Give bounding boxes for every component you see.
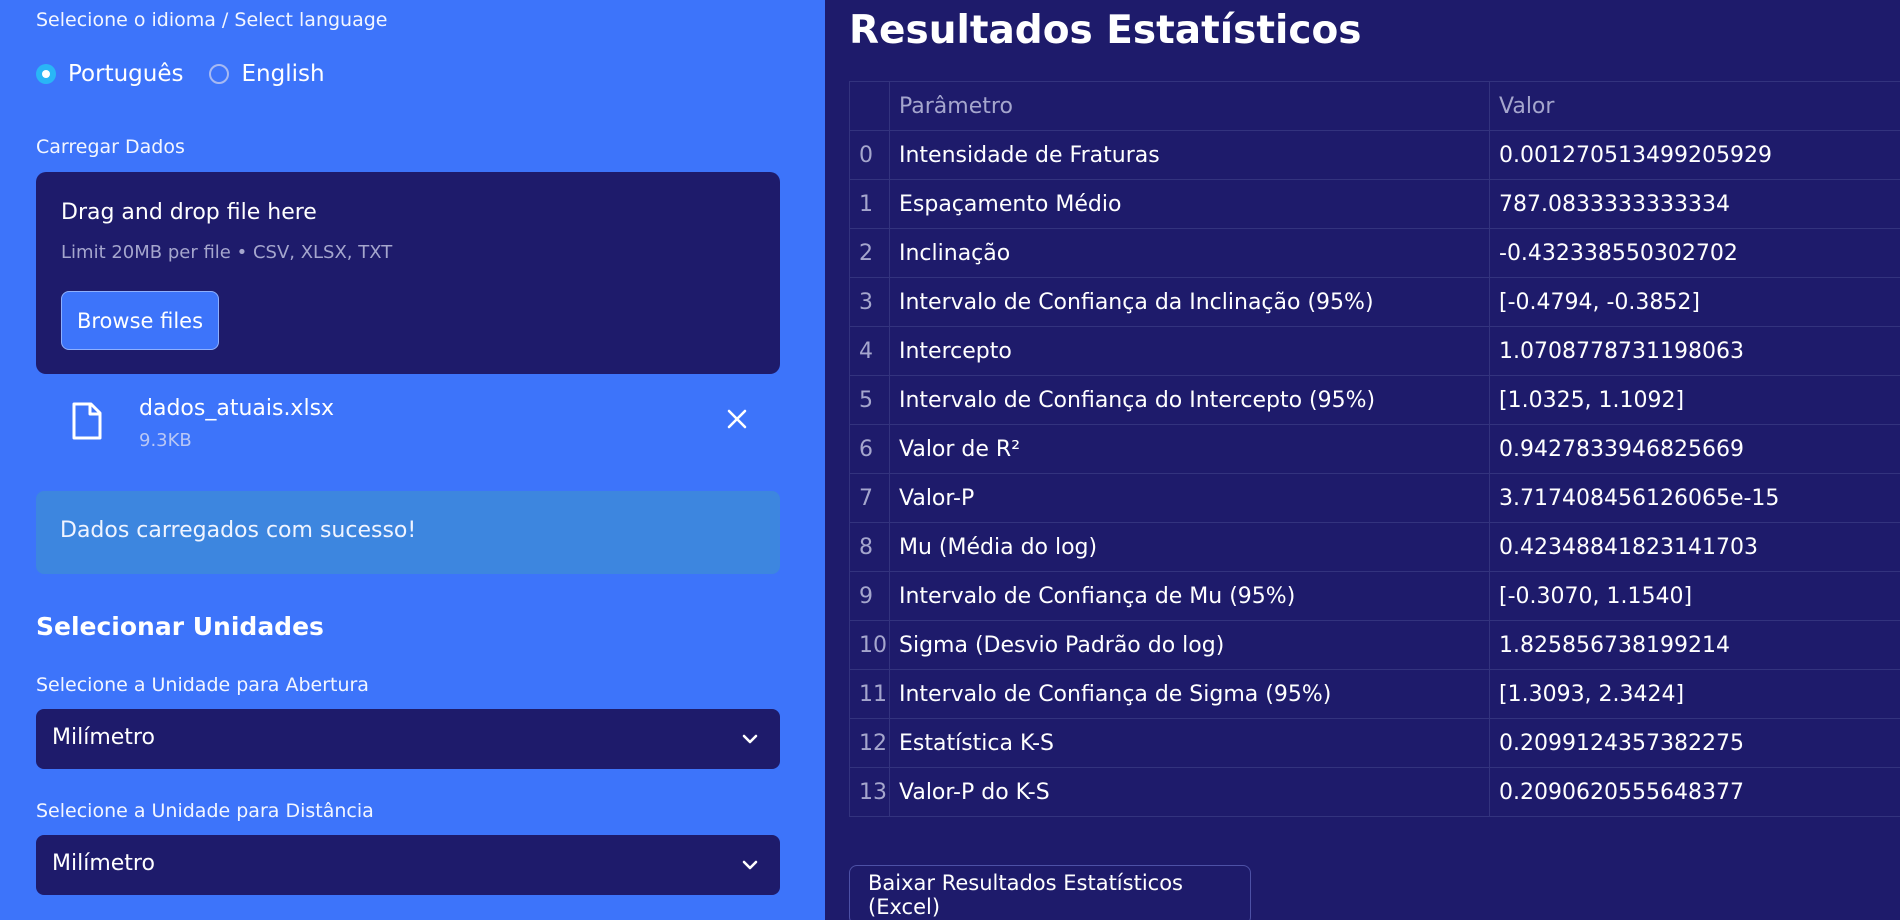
row-parameter: Espaçamento Médio <box>889 179 1490 229</box>
row-value: 0.9427833946825669 <box>1489 424 1900 474</box>
units-heading: Selecionar Unidades <box>36 612 324 641</box>
row-parameter: Valor-P do K-S <box>889 767 1490 817</box>
table-row: 0 Intensidade de Fraturas 0.001270513499… <box>849 130 1900 180</box>
radio-checked-icon[interactable] <box>36 64 56 84</box>
sidebar: Selecione o idioma / Select language Por… <box>0 0 825 920</box>
row-value: 0.001270513499205929 <box>1489 130 1900 180</box>
browse-files-button[interactable]: Browse files <box>61 291 219 350</box>
row-parameter: Intervalo de Confiança de Mu (95%) <box>889 571 1490 621</box>
table-row: 2 Inclinação -0.432338550302702 <box>849 228 1900 278</box>
table-row: 8 Mu (Média do log) 0.42348841823141703 <box>849 522 1900 572</box>
row-value: 0.2099124357382275 <box>1489 718 1900 768</box>
table-row: 11 Intervalo de Confiança de Sigma (95%)… <box>849 669 1900 719</box>
row-value: 787.0833333333334 <box>1489 179 1900 229</box>
row-index: 9 <box>849 571 890 621</box>
table-row: 1 Espaçamento Médio 787.0833333333334 <box>849 179 1900 229</box>
file-name: dados_atuais.xlsx <box>139 396 335 421</box>
row-index: 12 <box>849 718 890 768</box>
page-title: Resultados Estatísticos <box>849 8 1362 53</box>
header-index <box>849 81 890 131</box>
table-row: 9 Intervalo de Confiança de Mu (95%) [-0… <box>849 571 1900 621</box>
row-index: 4 <box>849 326 890 376</box>
table-row: 5 Intervalo de Confiança do Intercepto (… <box>849 375 1900 425</box>
table-header-row: Parâmetro Valor <box>849 81 1900 131</box>
header-value[interactable]: Valor <box>1489 81 1900 131</box>
dropzone-limit: Limit 20MB per file • CSV, XLSX, TXT <box>61 242 393 263</box>
row-index: 5 <box>849 375 890 425</box>
row-value: 0.2090620555648377 <box>1489 767 1900 817</box>
file-size: 9.3KB <box>139 430 192 451</box>
radio-unchecked-icon[interactable] <box>209 64 230 84</box>
distance-unit-select[interactable]: Milímetro <box>36 835 780 895</box>
select-value: Milímetro <box>52 851 155 876</box>
row-value: [-0.4794, -0.3852] <box>1489 277 1900 327</box>
language-radio-group: Português English <box>36 61 351 87</box>
success-alert: Dados carregados com sucesso! <box>36 491 780 574</box>
row-parameter: Intervalo de Confiança do Intercepto (95… <box>889 375 1490 425</box>
app-root: Selecione o idioma / Select language Por… <box>0 0 1900 920</box>
row-index: 8 <box>849 522 890 572</box>
row-value: [-0.3070, 1.1540] <box>1489 571 1900 621</box>
row-index: 11 <box>849 669 890 719</box>
row-index: 13 <box>849 767 890 817</box>
radio-label[interactable]: English <box>241 61 324 87</box>
row-parameter: Inclinação <box>889 228 1490 278</box>
aperture-unit-label: Selecione a Unidade para Abertura <box>36 674 369 696</box>
row-index: 2 <box>849 228 890 278</box>
aperture-unit-select[interactable]: Milímetro <box>36 709 780 769</box>
close-icon[interactable] <box>726 408 748 430</box>
row-index: 10 <box>849 620 890 670</box>
table-row: 6 Valor de R² 0.9427833946825669 <box>849 424 1900 474</box>
table-row: 3 Intervalo de Confiança da Inclinação (… <box>849 277 1900 327</box>
table-row: 12 Estatística K-S 0.2099124357382275 <box>849 718 1900 768</box>
row-parameter: Mu (Média do log) <box>889 522 1490 572</box>
row-parameter: Intensidade de Fraturas <box>889 130 1490 180</box>
radio-portugues[interactable]: Português <box>36 61 183 87</box>
success-message: Dados carregados com sucesso! <box>60 518 417 543</box>
row-value: 3.717408456126065e-15 <box>1489 473 1900 523</box>
row-parameter: Intercepto <box>889 326 1490 376</box>
radio-label[interactable]: Português <box>68 61 183 87</box>
row-index: 7 <box>849 473 890 523</box>
row-value: -0.432338550302702 <box>1489 228 1900 278</box>
chevron-down-icon <box>742 860 758 870</box>
header-parameter[interactable]: Parâmetro <box>889 81 1490 131</box>
uploaded-file-row: dados_atuais.xlsx 9.3KB <box>36 388 780 458</box>
row-value: 1.0708778731198063 <box>1489 326 1900 376</box>
select-value: Milímetro <box>52 725 155 750</box>
row-parameter: Valor-P <box>889 473 1490 523</box>
row-index: 6 <box>849 424 890 474</box>
row-index: 0 <box>849 130 890 180</box>
results-table: Parâmetro Valor 0 Intensidade de Fratura… <box>849 81 1900 817</box>
file-icon <box>72 402 102 440</box>
row-parameter: Estatística K-S <box>889 718 1490 768</box>
row-value: 0.42348841823141703 <box>1489 522 1900 572</box>
language-label: Selecione o idioma / Select language <box>36 9 388 31</box>
row-value: [1.0325, 1.1092] <box>1489 375 1900 425</box>
main-content: Resultados Estatísticos Parâmetro Valor … <box>825 0 1900 920</box>
table-row: 13 Valor-P do K-S 0.2090620555648377 <box>849 767 1900 817</box>
row-parameter: Intervalo de Confiança de Sigma (95%) <box>889 669 1490 719</box>
table-row: 10 Sigma (Desvio Padrão do log) 1.825856… <box>849 620 1900 670</box>
radio-english[interactable]: English <box>209 61 325 87</box>
upload-label: Carregar Dados <box>36 136 185 158</box>
row-parameter: Valor de R² <box>889 424 1490 474</box>
row-parameter: Intervalo de Confiança da Inclinação (95… <box>889 277 1490 327</box>
distance-unit-label: Selecione a Unidade para Distância <box>36 800 374 822</box>
row-parameter: Sigma (Desvio Padrão do log) <box>889 620 1490 670</box>
row-value: [1.3093, 2.3424] <box>1489 669 1900 719</box>
table-row: 7 Valor-P 3.717408456126065e-15 <box>849 473 1900 523</box>
row-value: 1.825856738199214 <box>1489 620 1900 670</box>
dropzone-title: Drag and drop file here <box>61 200 317 225</box>
row-index: 3 <box>849 277 890 327</box>
download-excel-button[interactable]: Baixar Resultados Estatísticos (Excel) <box>849 865 1251 920</box>
file-dropzone[interactable]: Drag and drop file here Limit 20MB per f… <box>36 172 780 374</box>
row-index: 1 <box>849 179 890 229</box>
table-row: 4 Intercepto 1.0708778731198063 <box>849 326 1900 376</box>
chevron-down-icon <box>742 734 758 744</box>
